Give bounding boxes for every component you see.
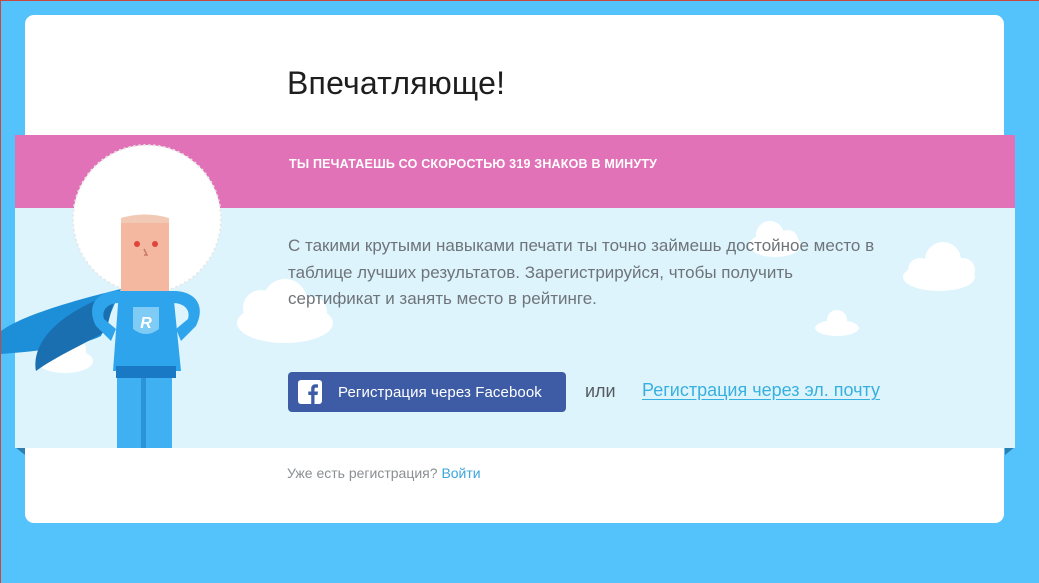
description-text: С такими крутыми навыками печати ты точн… <box>288 236 875 308</box>
ribbon-fold-right <box>1005 447 1015 455</box>
login-row: Уже есть регистрация? Войти <box>287 465 481 481</box>
page-title: Впечатляюще! <box>287 65 506 101</box>
login-link[interactable]: Войти <box>441 465 480 481</box>
facebook-register-button[interactable]: Регистрация через Facebook <box>288 372 566 412</box>
facebook-icon <box>298 380 322 404</box>
login-prompt: Уже есть регистрация? <box>287 465 438 481</box>
or-separator: или <box>585 381 616 401</box>
email-register-link[interactable]: Регистрация через эл. почту <box>642 380 880 401</box>
facebook-register-label: Регистрация через Facebook <box>338 383 542 401</box>
superhero-illustration: R <box>1 144 222 448</box>
speed-result-text: ТЫ ПЕЧАТАЕШЬ СО СКОРОСТЬЮ 319 ЗНАКОВ В М… <box>289 157 658 171</box>
hero-badge-letter: R <box>140 315 152 332</box>
